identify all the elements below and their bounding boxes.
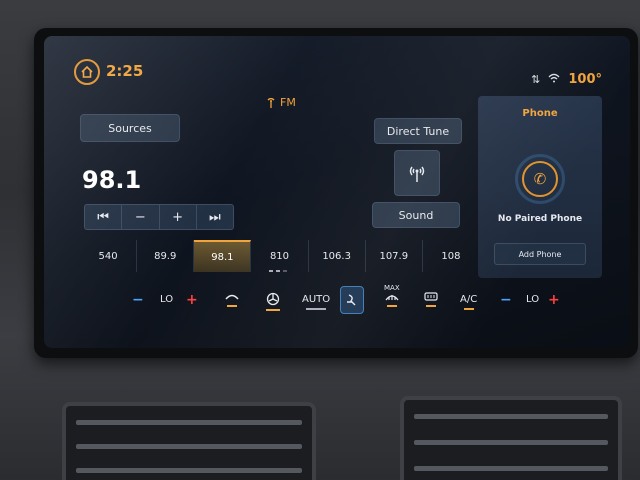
- page-indicator: [269, 270, 287, 272]
- wifi-icon: [548, 73, 560, 86]
- home-button[interactable]: [74, 59, 100, 85]
- preset-button[interactable]: 108: [423, 240, 480, 272]
- rear-defrost-button[interactable]: [424, 292, 438, 307]
- climate-bar: − LO + AUTO MAX A/C − LO +: [44, 282, 630, 322]
- clock: 2:25: [106, 62, 144, 80]
- dashboard-photo: 2:25 ⇅ 100° FM Sources Direct Tune Sound…: [0, 0, 640, 480]
- right-temp-up-button[interactable]: +: [548, 292, 560, 308]
- fan-button[interactable]: [266, 292, 280, 311]
- seek-forward-button[interactable]: ⏭: [197, 205, 233, 229]
- band-text: FM: [280, 96, 296, 109]
- radio-tower-icon: [409, 166, 425, 182]
- preset-button[interactable]: 107.9: [366, 240, 423, 272]
- infotainment-screen: 2:25 ⇅ 100° FM Sources Direct Tune Sound…: [44, 36, 630, 348]
- tuner-controls: ⏮ − + ⏭: [84, 204, 234, 230]
- left-temp-down-button[interactable]: −: [132, 292, 144, 308]
- add-phone-button[interactable]: Add Phone: [494, 243, 586, 265]
- right-air-vent: [400, 396, 622, 480]
- station-art-button[interactable]: [394, 150, 440, 196]
- rear-defrost-icon: [424, 292, 438, 301]
- direct-tune-button[interactable]: Direct Tune: [374, 118, 462, 144]
- preset-button[interactable]: 540: [80, 240, 138, 272]
- outside-temperature: 100°: [568, 72, 602, 87]
- left-temp-value: LO: [160, 294, 174, 305]
- defrost-icon: [385, 295, 399, 301]
- preset-button[interactable]: 810: [251, 240, 309, 272]
- radio-antenna-icon: [267, 97, 275, 108]
- left-temp-up-button[interactable]: +: [186, 292, 198, 308]
- preset-button-selected[interactable]: 98.1: [194, 240, 252, 272]
- tune-up-button[interactable]: +: [160, 205, 197, 229]
- max-defrost-button[interactable]: MAX: [384, 284, 400, 307]
- seek-back-button[interactable]: ⏮: [85, 205, 123, 229]
- recirculation-button[interactable]: [224, 292, 240, 307]
- home-icon: [81, 65, 93, 78]
- phone-ring[interactable]: ✆: [515, 154, 565, 204]
- preset-button[interactable]: 106.3: [309, 240, 366, 272]
- phone-status: No Paired Phone: [497, 214, 583, 224]
- recirculation-icon: [225, 294, 239, 300]
- preset-strip: 540 89.9 98.1 810 106.3 107.9 108: [80, 240, 480, 272]
- left-air-vent: [62, 402, 316, 480]
- status-bar: ⇅ 100°: [531, 72, 602, 87]
- right-temp-down-button[interactable]: −: [500, 292, 512, 308]
- fan-icon: [266, 292, 280, 306]
- auto-button[interactable]: AUTO: [302, 294, 330, 310]
- dashboard-vents: [0, 368, 640, 480]
- preset-button[interactable]: 89.9: [137, 240, 195, 272]
- phone-title: Phone: [522, 108, 558, 119]
- phone-icon: ✆: [533, 170, 547, 188]
- seat-mode-button[interactable]: [340, 286, 364, 314]
- sound-button[interactable]: Sound: [372, 202, 460, 228]
- phone-panel: Phone ✆ No Paired Phone Add Phone: [478, 96, 602, 278]
- right-temp-value: LO: [526, 294, 540, 305]
- ac-button[interactable]: A/C: [460, 294, 477, 310]
- current-frequency: 98.1: [82, 166, 142, 194]
- airflow-seat-icon: [347, 294, 356, 306]
- signal-icon: ⇅: [531, 73, 541, 86]
- sources-button[interactable]: Sources: [80, 114, 180, 142]
- tune-down-button[interactable]: −: [122, 205, 160, 229]
- band-label: FM: [266, 96, 296, 109]
